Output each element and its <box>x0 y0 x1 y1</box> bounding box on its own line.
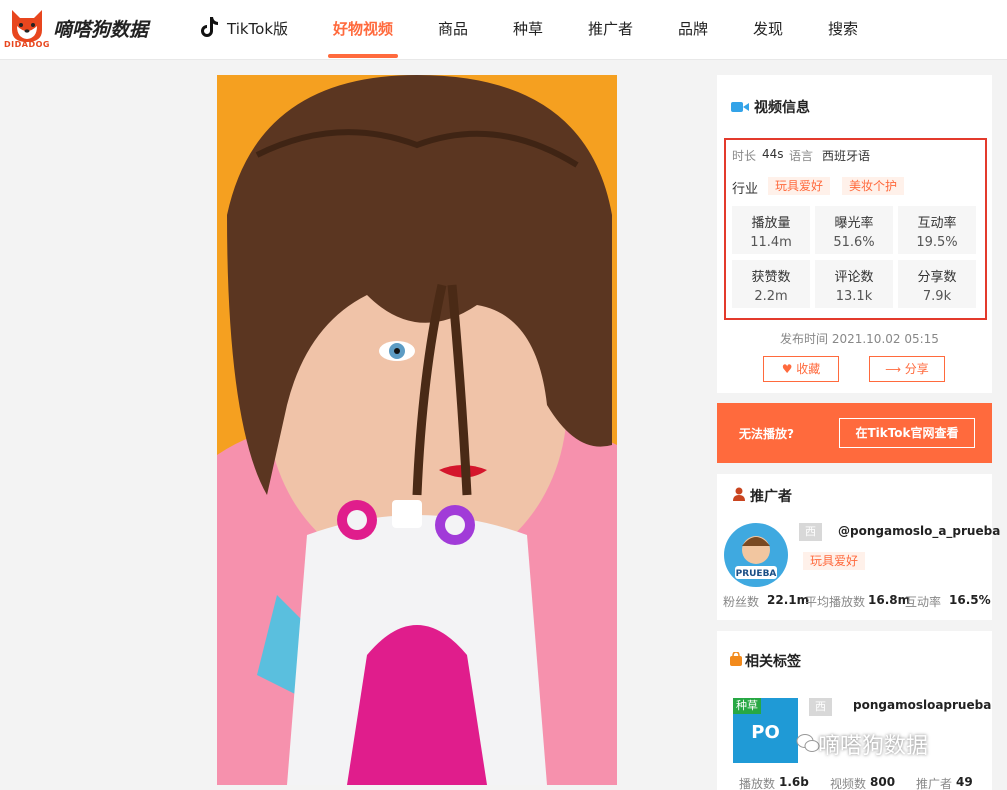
fans-label: 粉丝数 <box>723 595 760 609</box>
view-on-tiktok-button[interactable]: 在TikTok官网查看 <box>839 418 975 448</box>
person-icon <box>733 487 745 501</box>
region-chip: 西 <box>809 698 832 716</box>
stat-comments: 评论数 13.1k <box>815 260 893 308</box>
stat-value: 7.9k <box>922 289 952 304</box>
related-tags-title: 相关标签 <box>745 654 801 670</box>
promoter-avatar[interactable]: PRUEBA <box>723 522 789 588</box>
stat-value: 13.1k <box>835 289 873 304</box>
stat-shares: 分享数 7.9k <box>898 260 976 308</box>
active-tab-indicator <box>328 54 398 58</box>
tag-name[interactable]: pongamosloaprueba <box>853 698 991 712</box>
nav-tiktok[interactable]: TikTok版 <box>227 18 288 39</box>
stat-value: 51.6% <box>833 235 875 250</box>
brand-name[interactable]: 嘀嗒狗数据 <box>53 15 148 42</box>
avatar-text: PRUEBA <box>736 569 777 579</box>
cannot-play-bar: 无法播放? 在TikTok官网查看 <box>717 403 992 463</box>
nav-discover[interactable]: 发现 <box>753 18 783 39</box>
favorite-button[interactable]: ♥ 收藏 <box>763 356 839 382</box>
stat-value: 11.4m <box>750 235 792 250</box>
promoter-panel: 推广者 PRUEBA 西 @pongamoslo_a_prueba 玩具爱好 粉… <box>717 474 1000 620</box>
seeding-badge: 种草 <box>733 698 761 714</box>
video-frame-image <box>217 75 617 785</box>
video-info-title: 视频信息 <box>754 100 810 116</box>
promoter-handle[interactable]: @pongamoslo_a_prueba <box>838 524 1000 538</box>
video-info-highlight: 时长 44s 语言 西班牙语 行业 玩具爱好 美妆个护 播放量 11.4m 曝光… <box>724 138 987 320</box>
industry-tag[interactable]: 玩具爱好 <box>768 177 831 195</box>
tag-thumbnail[interactable]: 种草 PO <box>733 698 798 763</box>
stat-value: 2.2m <box>754 289 788 304</box>
plays-label: 播放数 <box>739 777 776 790</box>
cannot-play-text: 无法播放? <box>739 427 794 441</box>
engagement-value: 16.5% <box>949 593 991 607</box>
language-value: 西班牙语 <box>822 149 871 163</box>
stat-label: 播放量 <box>751 216 791 231</box>
logo-caption: DIDADOG <box>4 40 50 49</box>
language-label: 语言 <box>789 149 814 163</box>
top-nav: DIDADOG 嘀嗒狗数据 TikTok版 好物视频 商品 种草 推广者 品牌 … <box>0 0 1007 60</box>
heart-icon: ♥ <box>781 362 793 376</box>
stat-engagement: 互动率 19.5% <box>898 206 976 254</box>
promoter-title: 推广者 <box>750 489 792 505</box>
duration-label: 时长 <box>732 149 757 163</box>
stat-likes: 获赞数 2.2m <box>732 260 810 308</box>
stat-label: 互动率 <box>917 216 957 231</box>
fans-value: 22.1m <box>767 593 810 607</box>
nav-good-videos[interactable]: 好物视频 <box>333 18 393 39</box>
stat-label: 获赞数 <box>751 270 791 285</box>
stat-label: 曝光率 <box>834 216 874 231</box>
industry-tag[interactable]: 美妆个护 <box>842 177 905 195</box>
promoters-label: 推广者 <box>916 777 953 790</box>
promoters-value: 49 <box>956 775 973 789</box>
videos-label: 视频数 <box>830 777 867 790</box>
share-icon: ⟶ <box>885 363 901 376</box>
bag-icon <box>730 652 742 666</box>
related-tags-panel: 相关标签 种草 PO 西 pongamosloaprueba 播放数 1.6b … <box>717 631 992 790</box>
videos-value: 800 <box>870 775 896 789</box>
nav-seeding[interactable]: 种草 <box>513 18 543 39</box>
plays-value: 1.6b <box>779 775 809 789</box>
nav-search[interactable]: 搜索 <box>828 18 858 39</box>
stat-value: 19.5% <box>916 235 958 250</box>
favorite-label: 收藏 <box>796 362 821 376</box>
stat-exposure: 曝光率 51.6% <box>815 206 893 254</box>
publish-time: 发布时间 2021.10.02 05:15 <box>780 332 939 346</box>
share-label: 分享 <box>904 362 929 376</box>
thumb-text: PO <box>751 722 780 743</box>
promoter-tag[interactable]: 玩具爱好 <box>803 552 866 570</box>
wechat-icon <box>796 734 820 752</box>
stat-label: 分享数 <box>917 270 957 285</box>
avg-play-label: 平均播放数 <box>805 595 866 609</box>
stat-label: 评论数 <box>834 270 874 285</box>
avg-play-value: 16.8m <box>868 593 911 607</box>
watermark-text: 嘀嗒狗数据 <box>818 734 929 759</box>
engagement-label: 互动率 <box>905 595 942 609</box>
video-player[interactable] <box>217 75 617 785</box>
industry-label: 行业 <box>732 182 759 197</box>
region-chip: 西 <box>799 523 822 541</box>
stat-plays: 播放量 11.4m <box>732 206 810 254</box>
nav-products[interactable]: 商品 <box>438 18 468 39</box>
share-button[interactable]: ⟶ 分享 <box>869 356 945 382</box>
nav-promoters[interactable]: 推广者 <box>588 18 633 39</box>
duration-value: 44s <box>762 147 784 161</box>
video-camera-icon <box>731 102 749 112</box>
tiktok-icon <box>201 17 218 37</box>
nav-brands[interactable]: 品牌 <box>678 18 708 39</box>
